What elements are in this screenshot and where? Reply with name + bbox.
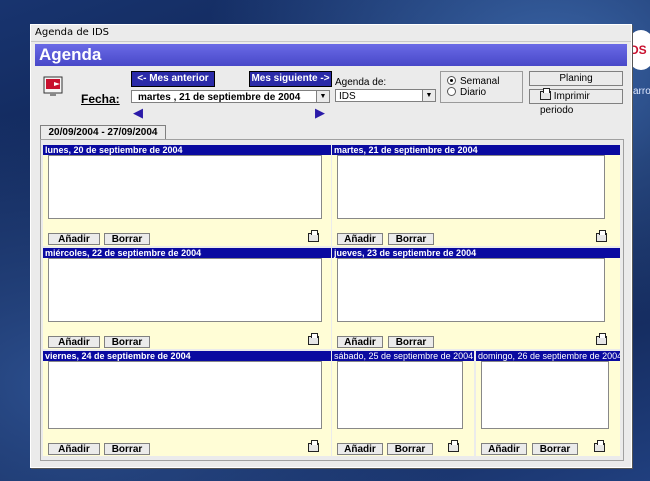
prev-month-button[interactable]: <- Mes anterior: [131, 71, 215, 87]
delete-event-button[interactable]: Borrar: [104, 443, 150, 455]
printer-icon: [540, 88, 551, 100]
day-panel-tuesday: martes, 21 de septiembre de 2004 Añadir …: [332, 145, 620, 246]
print-day-icon[interactable]: [308, 230, 319, 242]
view-mode-group: Semanal Diario: [440, 71, 523, 103]
previous-day-arrow-icon[interactable]: ◀: [133, 105, 143, 121]
day-events-area[interactable]: [337, 361, 463, 429]
fecha-label: Fecha:: [81, 92, 120, 106]
day-header: lunes, 20 de septiembre de 2004: [43, 145, 331, 155]
day-events-area[interactable]: [48, 155, 322, 219]
day-header: miércoles, 22 de septiembre de 2004: [43, 248, 331, 258]
day-header: jueves, 23 de septiembre de 2004: [332, 248, 620, 258]
day-panel-saturday: sábado, 25 de septiembre de 2004 Añadir …: [332, 351, 474, 456]
add-event-button[interactable]: Añadir: [337, 443, 383, 455]
add-event-button[interactable]: Añadir: [48, 443, 100, 455]
radio-diario-label: Diario: [460, 87, 487, 98]
chevron-down-icon[interactable]: ▼: [422, 90, 435, 101]
print-period-button[interactable]: Imprimir periodo: [529, 88, 623, 116]
agenda-select[interactable]: IDS ▼: [335, 89, 436, 102]
print-day-icon[interactable]: [308, 333, 319, 345]
tab-week-range[interactable]: 20/09/2004 - 27/09/2004: [40, 125, 166, 140]
day-panel-sunday: domingo, 26 de septiembre de 2004 Añadir…: [476, 351, 620, 456]
day-panel-wednesday: miércoles, 22 de septiembre de 2004 Añad…: [43, 248, 331, 349]
chevron-down-icon[interactable]: ▼: [316, 91, 329, 102]
day-panel-thursday: jueves, 23 de septiembre de 2004 Añadir …: [332, 248, 620, 349]
add-event-button[interactable]: Añadir: [48, 233, 100, 245]
agenda-window: Agenda de IDS Agenda Fecha: <- Mes anter…: [30, 24, 632, 468]
day-events-area[interactable]: [481, 361, 609, 429]
window-title: Agenda de IDS: [31, 25, 631, 42]
day-panel-monday: lunes, 20 de septiembre de 2004 Añadir B…: [43, 145, 331, 246]
day-events-area[interactable]: [48, 361, 322, 429]
day-header: viernes, 24 de septiembre de 2004: [43, 351, 331, 361]
radio-unselected-icon[interactable]: [447, 87, 456, 96]
radio-selected-icon[interactable]: [447, 76, 456, 85]
delete-event-button[interactable]: Borrar: [104, 336, 150, 348]
week-panel: lunes, 20 de septiembre de 2004 Añadir B…: [40, 139, 624, 461]
print-day-icon[interactable]: [594, 440, 605, 452]
radio-diario[interactable]: Diario: [447, 87, 486, 99]
page-title: Agenda: [35, 44, 627, 66]
print-day-icon[interactable]: [596, 333, 607, 345]
add-event-button[interactable]: Añadir: [48, 336, 100, 348]
next-day-arrow-icon[interactable]: ▶: [315, 105, 325, 121]
day-header: martes, 21 de septiembre de 2004: [332, 145, 620, 155]
print-day-icon[interactable]: [596, 230, 607, 242]
date-select[interactable]: martes , 21 de septiembre de 2004 ▼: [131, 90, 330, 103]
next-month-button[interactable]: Mes siguiente ->: [249, 71, 332, 87]
day-events-area[interactable]: [337, 155, 605, 219]
delete-event-button[interactable]: Borrar: [388, 233, 434, 245]
add-event-button[interactable]: Añadir: [481, 443, 527, 455]
radio-semanal-label: Semanal: [460, 76, 500, 87]
agenda-de-label: Agenda de:: [335, 77, 387, 88]
day-events-area[interactable]: [337, 258, 605, 322]
planing-button[interactable]: Planing: [529, 71, 623, 86]
delete-event-button[interactable]: Borrar: [532, 443, 578, 455]
day-events-area[interactable]: [48, 258, 322, 322]
delete-event-button[interactable]: Borrar: [104, 233, 150, 245]
toolbar: Fecha: <- Mes anterior Mes siguiente -> …: [31, 69, 631, 129]
print-day-icon[interactable]: [448, 440, 459, 452]
day-header: sábado, 25 de septiembre de 2004: [332, 351, 474, 361]
agenda-select-value: IDS: [339, 91, 356, 102]
add-event-button[interactable]: Añadir: [337, 336, 383, 348]
delete-event-button[interactable]: Borrar: [388, 336, 434, 348]
day-header: domingo, 26 de septiembre de 2004: [476, 351, 620, 361]
date-select-value: martes , 21 de septiembre de 2004: [138, 92, 301, 103]
agenda-app-icon: [43, 76, 63, 96]
day-panel-friday: viernes, 24 de septiembre de 2004 Añadir…: [43, 351, 331, 456]
delete-event-button[interactable]: Borrar: [387, 443, 433, 455]
print-day-icon[interactable]: [308, 440, 319, 452]
add-event-button[interactable]: Añadir: [337, 233, 383, 245]
